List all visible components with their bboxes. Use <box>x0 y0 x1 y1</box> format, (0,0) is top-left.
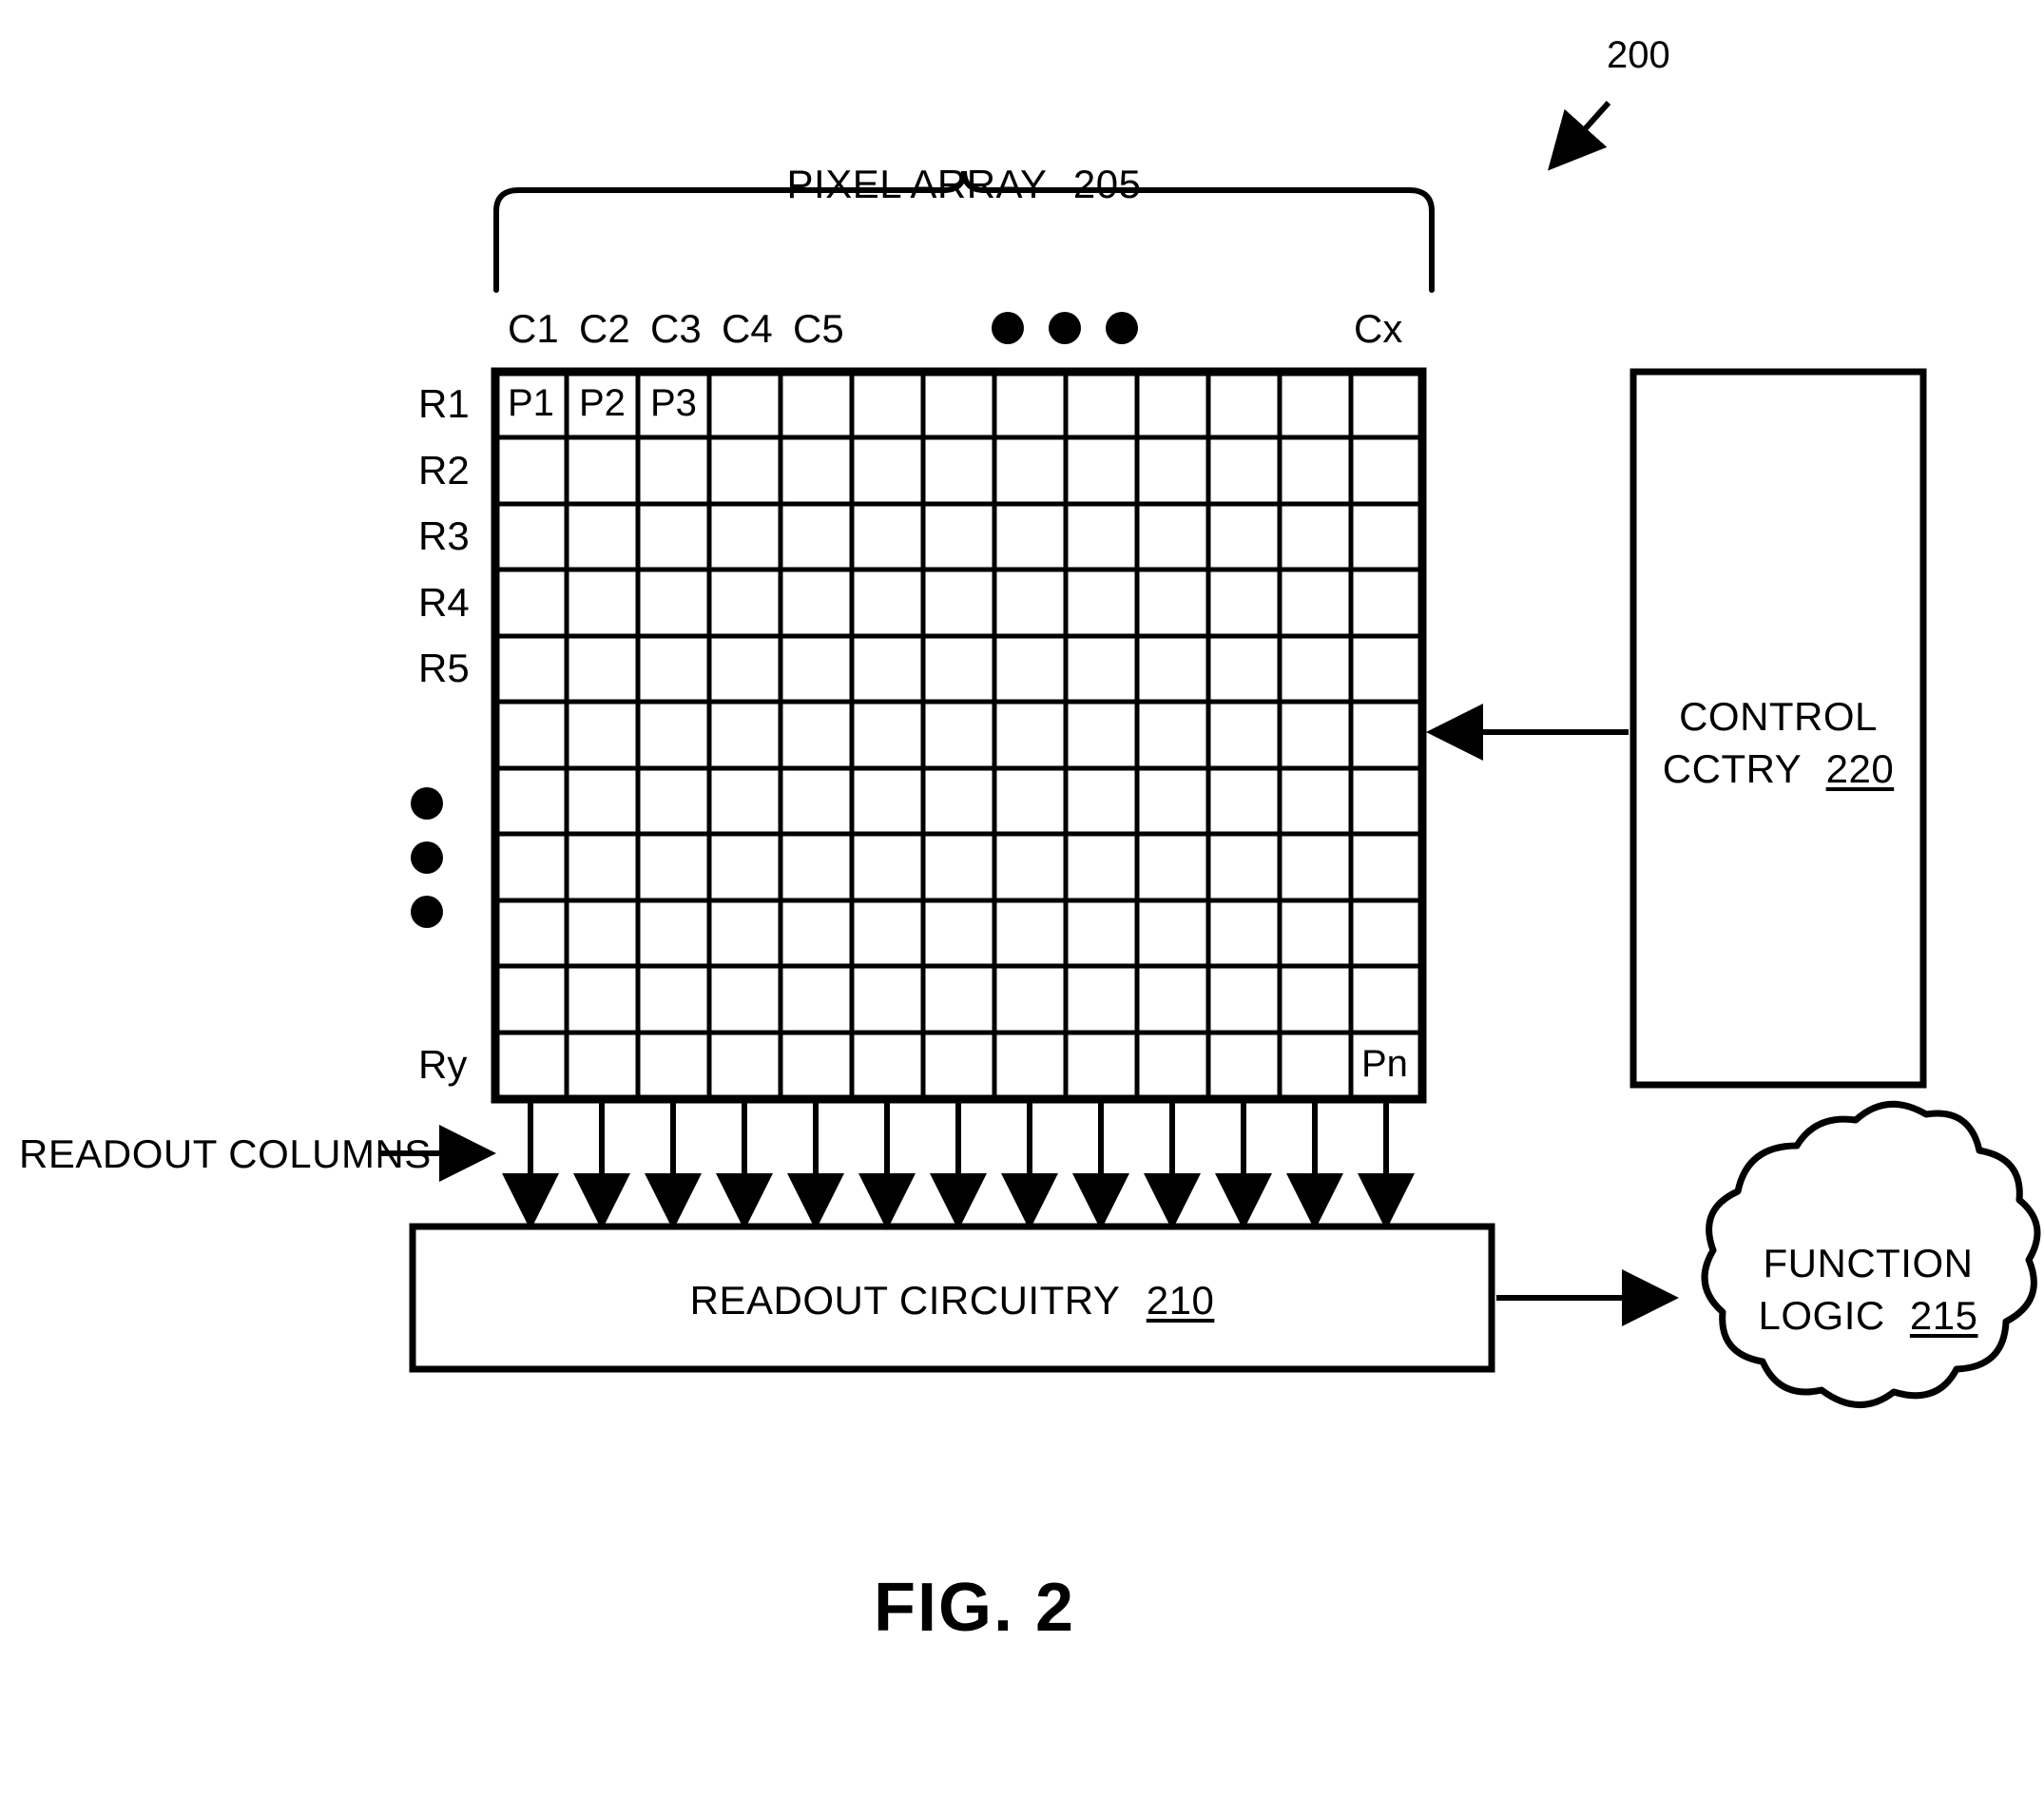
pixel-cell-pn: Pn <box>1361 1043 1408 1085</box>
row-label-r1: R1 <box>418 381 470 426</box>
column-label-cx: Cx <box>1354 306 1403 351</box>
column-label-c2: C2 <box>579 306 630 351</box>
row-label-r5: R5 <box>418 646 470 690</box>
readout-columns-label: READOUT COLUMNS <box>19 1131 432 1176</box>
control-circuitry-ref: 220 <box>1825 746 1895 791</box>
column-label-c3: C3 <box>650 306 702 351</box>
row-label-r4: R4 <box>418 580 470 625</box>
readout-column-arrows <box>502 1099 1415 1230</box>
function-logic-title-line2: LOGIC <box>1758 1293 1885 1338</box>
pixel-array-grid <box>491 367 1427 1104</box>
readout-circuitry-label: READOUT CIRCUITRY 210 <box>413 1278 1492 1324</box>
function-logic-title-line1: FUNCTION <box>1763 1241 1974 1285</box>
function-logic-ref: 215 <box>1909 1293 1978 1338</box>
diagram-vector-layer <box>380 100 2041 1408</box>
figure-caption: FIG. 2 <box>873 1570 1076 1646</box>
column-label-c5: C5 <box>793 306 844 351</box>
readout-circuitry-title: READOUT CIRCUITRY <box>689 1278 1120 1323</box>
row-label-ry: Ry <box>418 1042 468 1087</box>
row-ellipsis-dots <box>411 787 443 928</box>
system-reference-number: 200 <box>1607 34 1670 76</box>
pixel-array-ref: 205 <box>1072 162 1142 206</box>
control-circuitry-title-line2: CCTRY <box>1662 746 1802 791</box>
pixel-cell-p1: P1 <box>508 382 554 424</box>
function-logic-label-line1: FUNCTION <box>1711 1241 2025 1286</box>
column-ellipsis-dots <box>992 312 1138 344</box>
readout-circuitry-ref: 210 <box>1146 1278 1215 1323</box>
control-circuitry-label-line1: CONTROL <box>1633 694 1923 740</box>
pixel-array-title-text: PIXEL ARRAY <box>786 162 1047 206</box>
control-circuitry-label-line2: CCTRY 220 <box>1633 746 1923 792</box>
row-label-r2: R2 <box>418 448 470 493</box>
pixel-cell-p2: P2 <box>579 382 626 424</box>
system-ref-arrow <box>1547 100 1611 171</box>
pixel-cell-p3: P3 <box>650 382 697 424</box>
pixel-array-title: PIXEL ARRAY 205 <box>726 162 1202 207</box>
function-logic-label-line2: LOGIC 215 <box>1711 1293 2025 1339</box>
column-label-c1: C1 <box>508 306 559 351</box>
control-circuitry-title-line1: CONTROL <box>1679 694 1878 739</box>
row-label-r3: R3 <box>418 513 470 558</box>
column-label-c4: C4 <box>722 306 773 351</box>
patent-figure-page: 200 PIXEL ARRAY 205 C1 C2 C3 C4 C5 Cx R1… <box>0 0 2044 1797</box>
